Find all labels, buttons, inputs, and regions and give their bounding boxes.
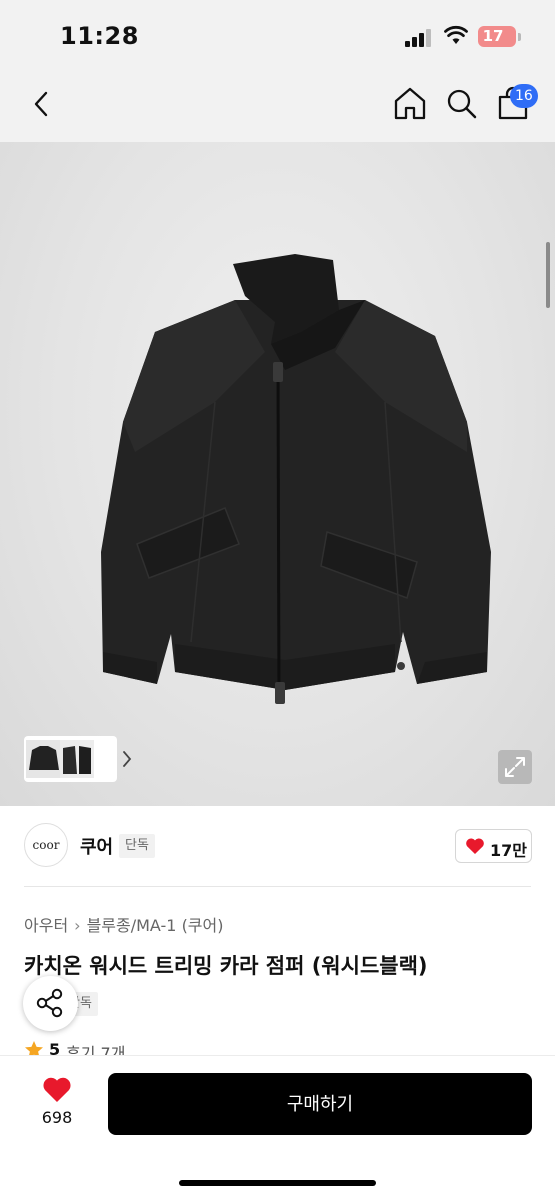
like-count: 698: [41, 1108, 73, 1127]
chevron-right-icon: ›: [74, 916, 81, 935]
home-indicator: [179, 1180, 376, 1186]
nav-bar: [0, 70, 555, 142]
heart-icon: [466, 838, 484, 854]
product-image[interactable]: [0, 142, 555, 806]
buy-button[interactable]: 구매하기: [108, 1073, 532, 1135]
thumbnail-strip[interactable]: [24, 736, 132, 782]
thumbnail-image-2[interactable]: [60, 740, 94, 778]
signal-icon: [405, 29, 433, 47]
cart-count-badge: 16: [510, 84, 538, 108]
brand-like-button[interactable]: 17만: [455, 829, 532, 863]
wifi-icon: [444, 25, 468, 44]
brand-like-count: 17만: [490, 841, 527, 860]
product-title: 카치온 워시드 트리밍 카라 점퍼 (워시드블랙): [24, 954, 428, 978]
share-button[interactable]: [23, 976, 78, 1031]
jacket-image: [101, 254, 491, 704]
expand-icon: [505, 757, 525, 777]
battery-cap: [518, 33, 521, 41]
scroll-indicator: [546, 242, 550, 308]
divider: [24, 886, 531, 887]
thumbnail-image-1[interactable]: [26, 740, 62, 778]
exclusive-badge: 단독: [119, 834, 155, 858]
breadcrumb: 아우터 › 블루종/MA-1 (쿠어): [24, 912, 224, 936]
brand-name[interactable]: 쿠어: [80, 833, 113, 859]
bottom-bar: 698 구매하기: [0, 1055, 555, 1200]
breadcrumb-category[interactable]: 아우터: [24, 916, 68, 935]
battery-level: 17: [482, 27, 504, 45]
chevron-right-icon[interactable]: [122, 750, 132, 768]
status-bar: 11:28 17: [0, 0, 555, 70]
status-time: 11:28: [60, 22, 139, 50]
home-icon[interactable]: [393, 84, 427, 122]
breadcrumb-subcategory[interactable]: 블루종/MA-1 (쿠어): [87, 916, 224, 935]
battery-icon: 17: [478, 26, 516, 47]
brand-logo[interactable]: coor: [24, 823, 68, 867]
search-icon[interactable]: [445, 84, 479, 122]
share-icon: [36, 988, 63, 1018]
expand-button[interactable]: [498, 750, 532, 784]
brand-row: coor 쿠어 단독 17만: [0, 806, 555, 886]
chevron-left-icon[interactable]: [28, 84, 54, 124]
heart-icon[interactable]: [42, 1076, 72, 1103]
